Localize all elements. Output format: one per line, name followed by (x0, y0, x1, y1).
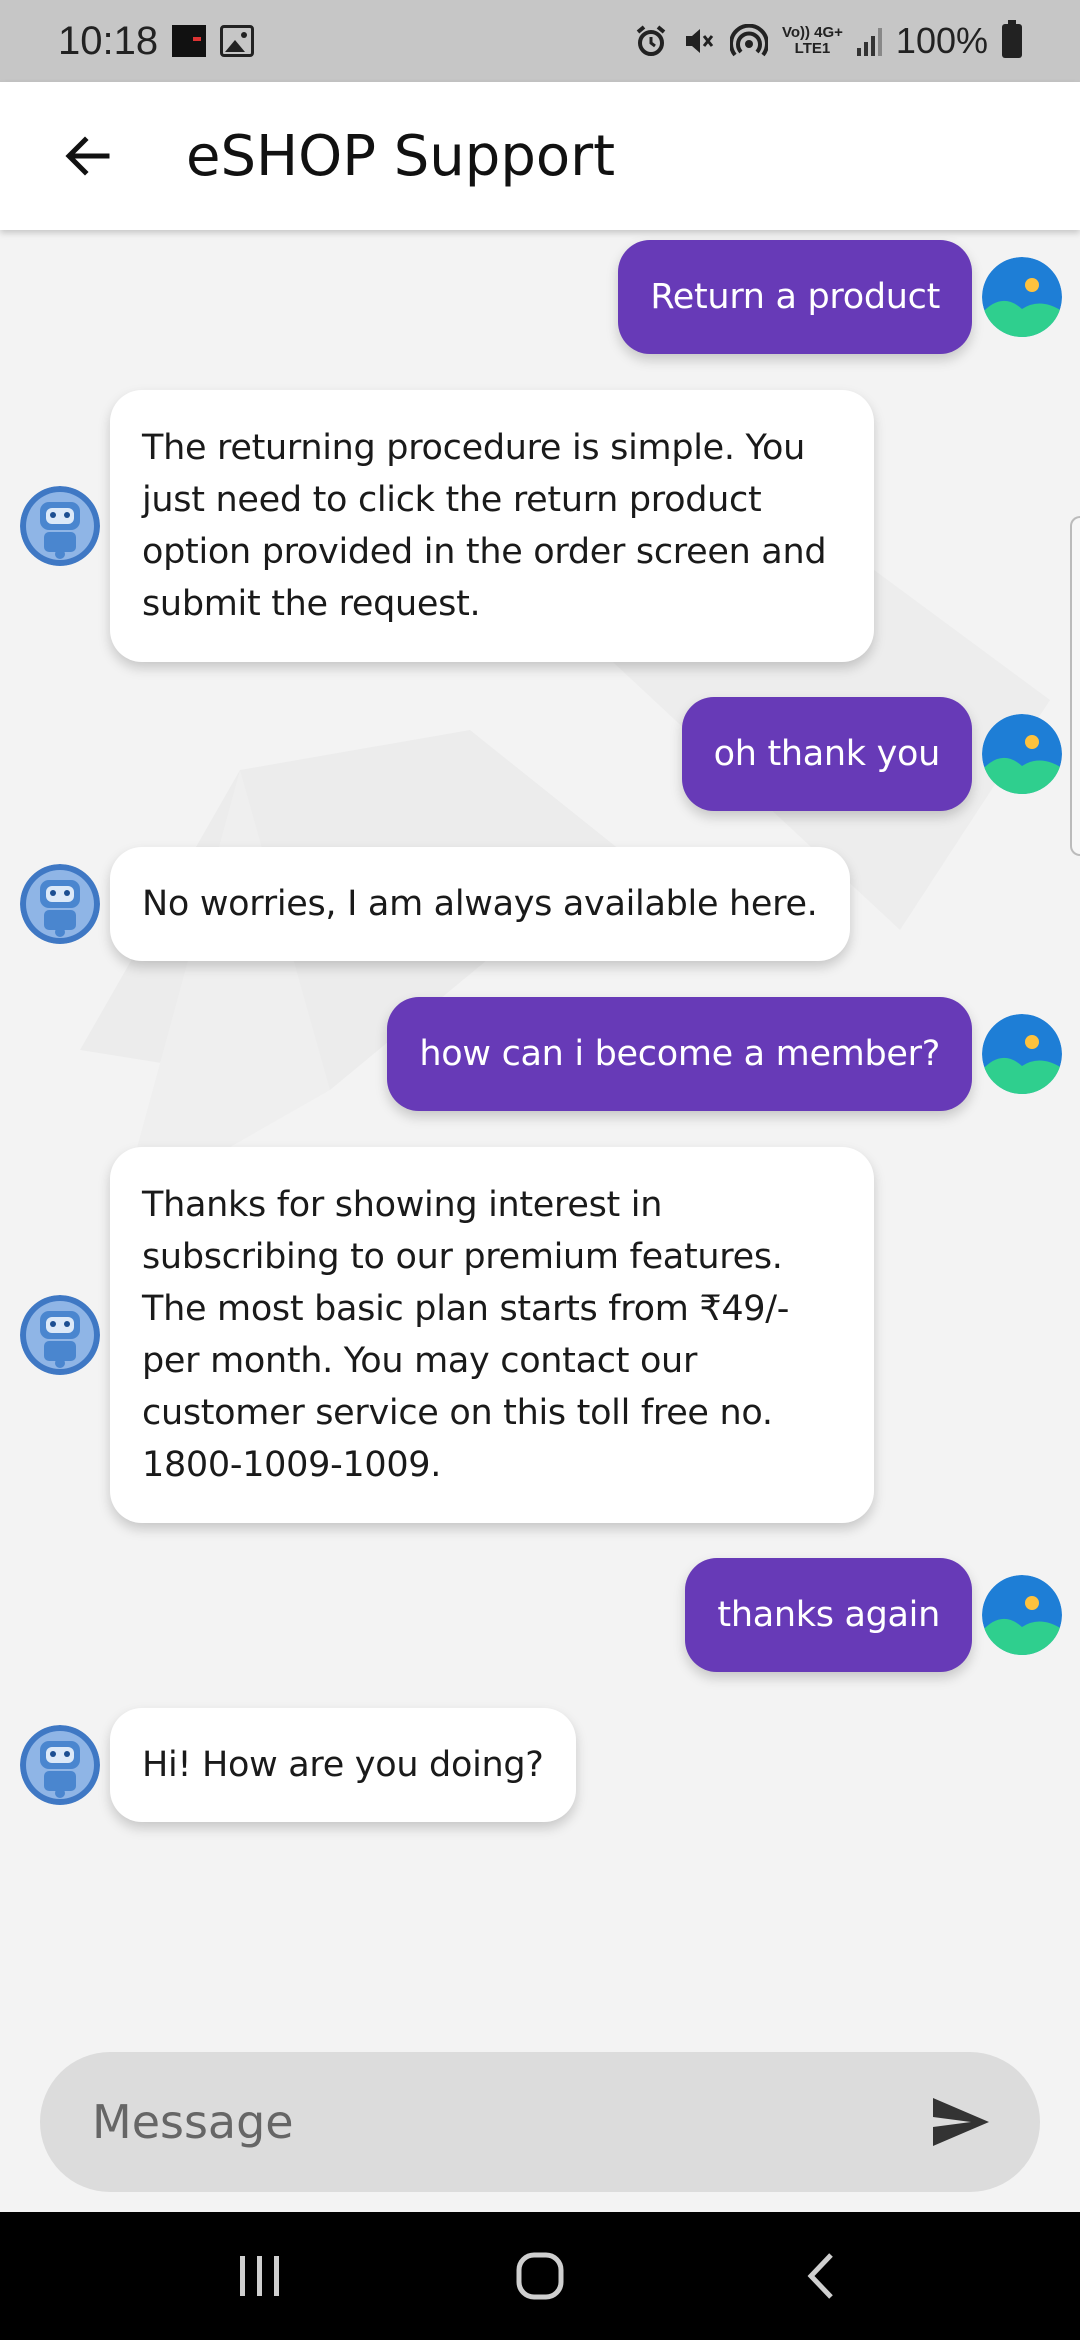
page-title: eSHOP Support (186, 123, 616, 189)
image-placeholder-icon (982, 714, 1062, 794)
app-bar: eSHOP Support (0, 82, 1080, 230)
bot-message-bubble: No worries, I am always available here. (110, 847, 850, 961)
back-button[interactable] (32, 101, 142, 211)
robot-icon (20, 486, 100, 566)
app-notification-icon (172, 25, 207, 57)
user-message-bubble: thanks again (685, 1558, 972, 1672)
image-placeholder-icon (982, 1014, 1062, 1094)
bot-message-bubble: Hi! How are you doing? (110, 1708, 576, 1822)
hotspot-icon (729, 24, 768, 57)
bot-avatar (20, 1725, 100, 1805)
status-left: 10:18 (58, 18, 255, 64)
network-type-label: Vo)) 4G+ LTE1 (781, 24, 843, 57)
user-message-bubble: Return a product (618, 240, 972, 354)
message-row: Thanks for showing interest in subscribi… (20, 1147, 874, 1523)
image-placeholder-icon (982, 257, 1062, 337)
alarm-icon (636, 25, 666, 56)
status-bar: 10:18 Vo)) 4G+ LTE1 100% (0, 0, 1080, 82)
bot-avatar (20, 864, 100, 944)
status-right: Vo)) 4G+ LTE1 100% (634, 20, 1022, 62)
robot-icon (20, 864, 100, 944)
back-icon (807, 2253, 833, 2299)
message-row: Hi! How are you doing? (20, 1708, 576, 1822)
message-row: No worries, I am always available here. (20, 847, 850, 961)
send-button[interactable] (926, 2087, 996, 2157)
message-row: oh thank you (681, 697, 1062, 811)
bot-avatar (20, 486, 100, 566)
message-row: thanks again (685, 1558, 1062, 1672)
user-message-bubble: oh thank you (681, 697, 972, 811)
message-row: Return a product (618, 240, 1062, 354)
battery-percent: 100% (895, 20, 988, 61)
battery-icon (1002, 20, 1022, 58)
message-input[interactable] (92, 2095, 926, 2149)
signal-icon (856, 26, 882, 56)
chat-list[interactable]: Return a product The returning procedure… (0, 230, 1080, 2212)
gallery-icon (220, 25, 255, 57)
arrow-left-icon (65, 136, 110, 176)
recent-apps-button[interactable] (200, 2226, 320, 2326)
mute-icon (685, 29, 714, 53)
recent-apps-icon (240, 2256, 279, 2296)
home-button[interactable] (480, 2226, 600, 2326)
user-avatar (982, 1014, 1062, 1094)
user-avatar (982, 257, 1062, 337)
bot-message-bubble: Thanks for showing interest in subscribi… (110, 1147, 874, 1523)
message-composer (40, 2052, 1040, 2192)
user-avatar (982, 714, 1062, 794)
bot-avatar (20, 1295, 100, 1375)
system-nav-bar (0, 2212, 1080, 2340)
robot-icon (20, 1295, 100, 1375)
back-nav-button[interactable] (760, 2226, 880, 2326)
user-message-bubble: how can i become a member? (387, 997, 972, 1111)
send-icon (933, 2098, 989, 2146)
bot-message-bubble: The returning procedure is simple. You j… (110, 390, 874, 662)
message-row: The returning procedure is simple. You j… (20, 390, 874, 662)
image-placeholder-icon (982, 1575, 1062, 1655)
message-row: how can i become a member? (387, 997, 1062, 1111)
status-time: 10:18 (58, 18, 159, 63)
robot-icon (20, 1725, 100, 1805)
screen: 10:18 Vo)) 4G+ LTE1 100% eSHOP Support R… (0, 0, 1080, 2340)
scroll-indicator[interactable] (1070, 516, 1080, 856)
user-avatar (982, 1575, 1062, 1655)
home-icon (516, 2252, 564, 2300)
